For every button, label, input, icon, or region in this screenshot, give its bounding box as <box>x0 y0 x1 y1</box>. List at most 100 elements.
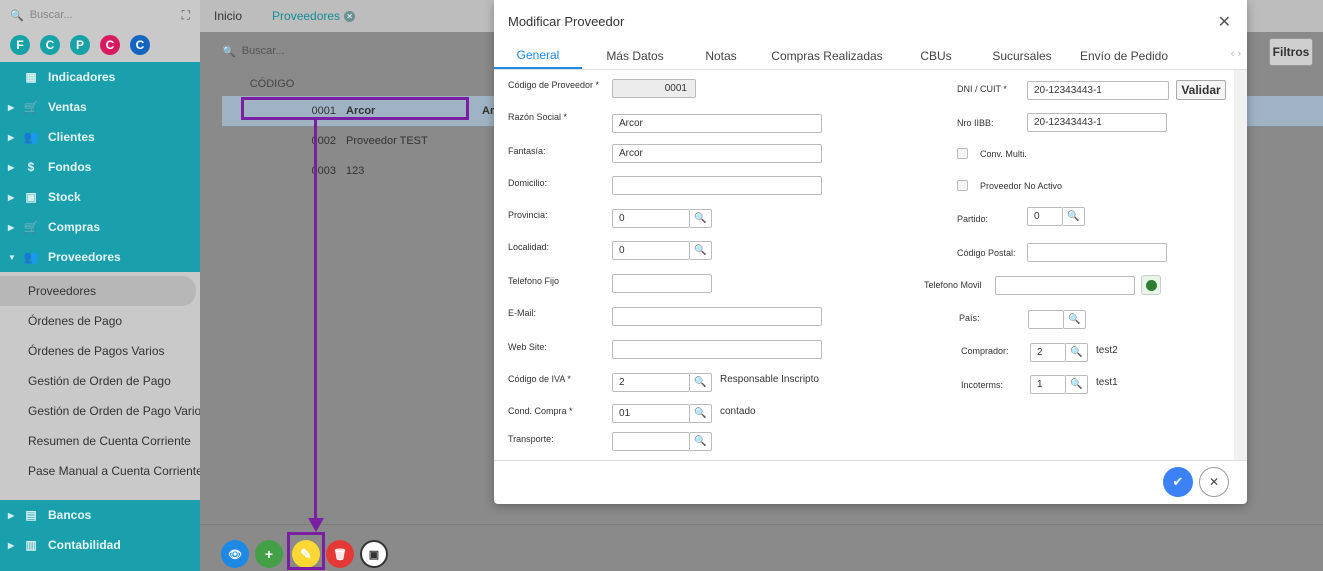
iva-search-icon[interactable]: 🔍 <box>690 373 712 392</box>
nro-iibb-field[interactable]: 20-12343443-1 <box>1027 113 1167 132</box>
incoterms-description: test1 <box>1096 377 1118 388</box>
shortcut-circle-f[interactable]: F <box>10 35 30 55</box>
partido-search-icon[interactable]: 🔍 <box>1063 207 1085 226</box>
sidebar-item-ventas[interactable]: ▶ 🛒 Ventas <box>0 92 200 122</box>
tab-general[interactable]: General <box>494 42 582 69</box>
users-icon: 👥 <box>23 250 39 264</box>
label-pais: País: <box>959 313 980 323</box>
shortcut-circle-c2[interactable]: C <box>100 35 120 55</box>
sidebar-item-proveedores[interactable]: ▼ 👥 Proveedores <box>0 242 200 272</box>
sidebar-item-label: Compras <box>48 220 101 234</box>
pais-search-icon[interactable]: 🔍 <box>1064 310 1086 329</box>
localidad-field[interactable]: 0 <box>612 241 690 260</box>
sidebar-item-label: Clientes <box>48 130 95 144</box>
email-field[interactable] <box>612 307 822 326</box>
domicilio-field[interactable] <box>612 176 822 195</box>
column-header-code[interactable]: CÓDIGO <box>222 78 322 90</box>
provincia-field[interactable]: 0 <box>612 209 690 228</box>
validar-button[interactable]: Validar <box>1176 80 1226 100</box>
main-search-placeholder: Buscar... <box>241 45 285 57</box>
expand-icon[interactable]: ⛶ <box>182 8 190 23</box>
codigo-iva-field[interactable]: 2 <box>612 373 690 392</box>
incoterms-search-icon[interactable]: 🔍 <box>1066 375 1088 394</box>
razon-social-field[interactable]: Arcor <box>612 114 822 133</box>
sidebar-submenu: Proveedores Órdenes de Pago Órdenes de P… <box>0 272 200 500</box>
tab-proveedores[interactable]: Proveedores ✕ <box>272 9 356 23</box>
sidebar-item-indicadores[interactable]: ▦ Indicadores <box>0 62 200 92</box>
close-icon: ✕ <box>1208 475 1220 489</box>
sidebar-item-label: Indicadores <box>48 70 116 84</box>
tab-envio-pedido[interactable]: Envío de Pedido <box>1072 42 1176 69</box>
add-button[interactable]: + <box>255 540 283 568</box>
dialog-scrollbar[interactable] <box>1234 70 1247 460</box>
transporte-field[interactable] <box>612 432 690 451</box>
sidebar-item-contabilidad[interactable]: ▶ ▥ Contabilidad <box>0 530 200 560</box>
web-site-field[interactable] <box>612 340 822 359</box>
sidebar-item-bancos[interactable]: ▶ ▤ Bancos <box>0 500 200 530</box>
delete-button[interactable]: 🗑 <box>326 540 354 568</box>
label-cond-compra: Cond. Compra * <box>508 406 573 416</box>
sidebar-item-label: Fondos <box>48 160 92 174</box>
sidebar-item-clientes[interactable]: ▶ 👥 Clientes <box>0 122 200 152</box>
telefono-movil-field[interactable] <box>995 276 1135 295</box>
submenu-ordenes-pagos-varios[interactable]: Órdenes de Pagos Varios <box>0 336 200 366</box>
comprador-description: test2 <box>1096 345 1118 356</box>
submenu-pase-manual[interactable]: Pase Manual a Cuenta Corriente <box>0 456 200 486</box>
comprador-field[interactable]: 2 <box>1030 343 1066 362</box>
submenu-proveedores[interactable]: Proveedores <box>0 276 196 306</box>
box-icon: ▣ <box>25 190 37 204</box>
codigo-postal-field[interactable] <box>1027 243 1167 262</box>
comprador-search-icon[interactable]: 🔍 <box>1066 343 1088 362</box>
dni-cuit-field[interactable]: 20-12343443-1 <box>1027 81 1169 100</box>
confirm-button[interactable]: ✔ <box>1163 467 1193 497</box>
submenu-resumen-cuenta-corriente[interactable]: Resumen de Cuenta Corriente <box>0 426 200 456</box>
sidebar-item-label: Proveedores <box>48 250 121 264</box>
sidebar-item-stock[interactable]: ▶ ▣ Stock <box>0 182 200 212</box>
filters-button[interactable]: Filtros <box>1269 38 1313 66</box>
cond-compra-search-icon[interactable]: 🔍 <box>690 404 712 423</box>
telefono-fijo-field[interactable] <box>612 274 712 293</box>
submenu-ordenes-pago[interactable]: Órdenes de Pago <box>0 306 200 336</box>
codigo-field[interactable]: 0001 <box>612 79 696 98</box>
transporte-search-icon[interactable]: 🔍 <box>690 432 712 451</box>
close-tab-icon[interactable]: ✕ <box>344 10 356 22</box>
shortcut-circle-p[interactable]: P <box>70 35 90 55</box>
fantasia-field[interactable]: Arcor <box>612 144 822 163</box>
sidebar-item-fondos[interactable]: ▶ $ Fondos <box>0 152 200 182</box>
sidebar-search[interactable]: 🔍 Buscar... ⛶ <box>0 0 200 30</box>
dialog-footer: ✔ ✕ <box>494 460 1247 504</box>
label-fantasia: Fantasía: <box>508 146 546 156</box>
label-conv-multi: Conv. Multi. <box>980 149 1027 159</box>
tab-cbus[interactable]: CBUs <box>900 42 972 69</box>
cart-icon: 🛒 <box>23 100 39 114</box>
submenu-gestion-orden-pago-varios[interactable]: Gestión de Orden de Pago Varios <box>0 396 200 426</box>
tabs-scroll-right-icon[interactable]: ‹ › <box>1231 48 1241 60</box>
conv-multi-checkbox[interactable] <box>957 148 968 159</box>
caret-right-icon: ▶ <box>8 540 15 550</box>
shortcut-circle-c[interactable]: C <box>40 35 60 55</box>
pais-field[interactable] <box>1028 310 1064 329</box>
cond-compra-field[interactable]: 01 <box>612 404 690 423</box>
tab-compras-realizadas[interactable]: Compras Realizadas <box>754 42 900 69</box>
label-codigo: Código de Proveedor * <box>508 80 600 90</box>
view-button[interactable]: 👁 <box>221 540 249 568</box>
whatsapp-icon[interactable] <box>1141 275 1161 295</box>
row-extra: Ar <box>482 105 495 117</box>
plus-icon: + <box>264 546 274 562</box>
cancel-button[interactable]: ✕ <box>1199 467 1229 497</box>
provincia-search-icon[interactable]: 🔍 <box>690 209 712 228</box>
sidebar-item-compras[interactable]: ▶ 🛒 Compras <box>0 212 200 242</box>
wallet-button[interactable]: ▣ <box>360 540 388 568</box>
tab-inicio[interactable]: Inicio <box>214 9 242 23</box>
tab-mas-datos[interactable]: Más Datos <box>582 42 688 69</box>
submenu-gestion-orden-pago[interactable]: Gestión de Orden de Pago <box>0 366 200 396</box>
close-icon[interactable]: ✕ <box>1218 12 1231 32</box>
localidad-search-icon[interactable]: 🔍 <box>690 241 712 260</box>
tab-sucursales[interactable]: Sucursales <box>972 42 1072 69</box>
tab-notas[interactable]: Notas <box>688 42 754 69</box>
shortcut-circle-c3[interactable]: C <box>130 35 150 55</box>
proveedor-no-activo-checkbox[interactable] <box>957 180 968 191</box>
search-icon: 🔍 <box>10 9 24 22</box>
incoterms-field[interactable]: 1 <box>1030 375 1066 394</box>
partido-field[interactable]: 0 <box>1027 207 1063 226</box>
